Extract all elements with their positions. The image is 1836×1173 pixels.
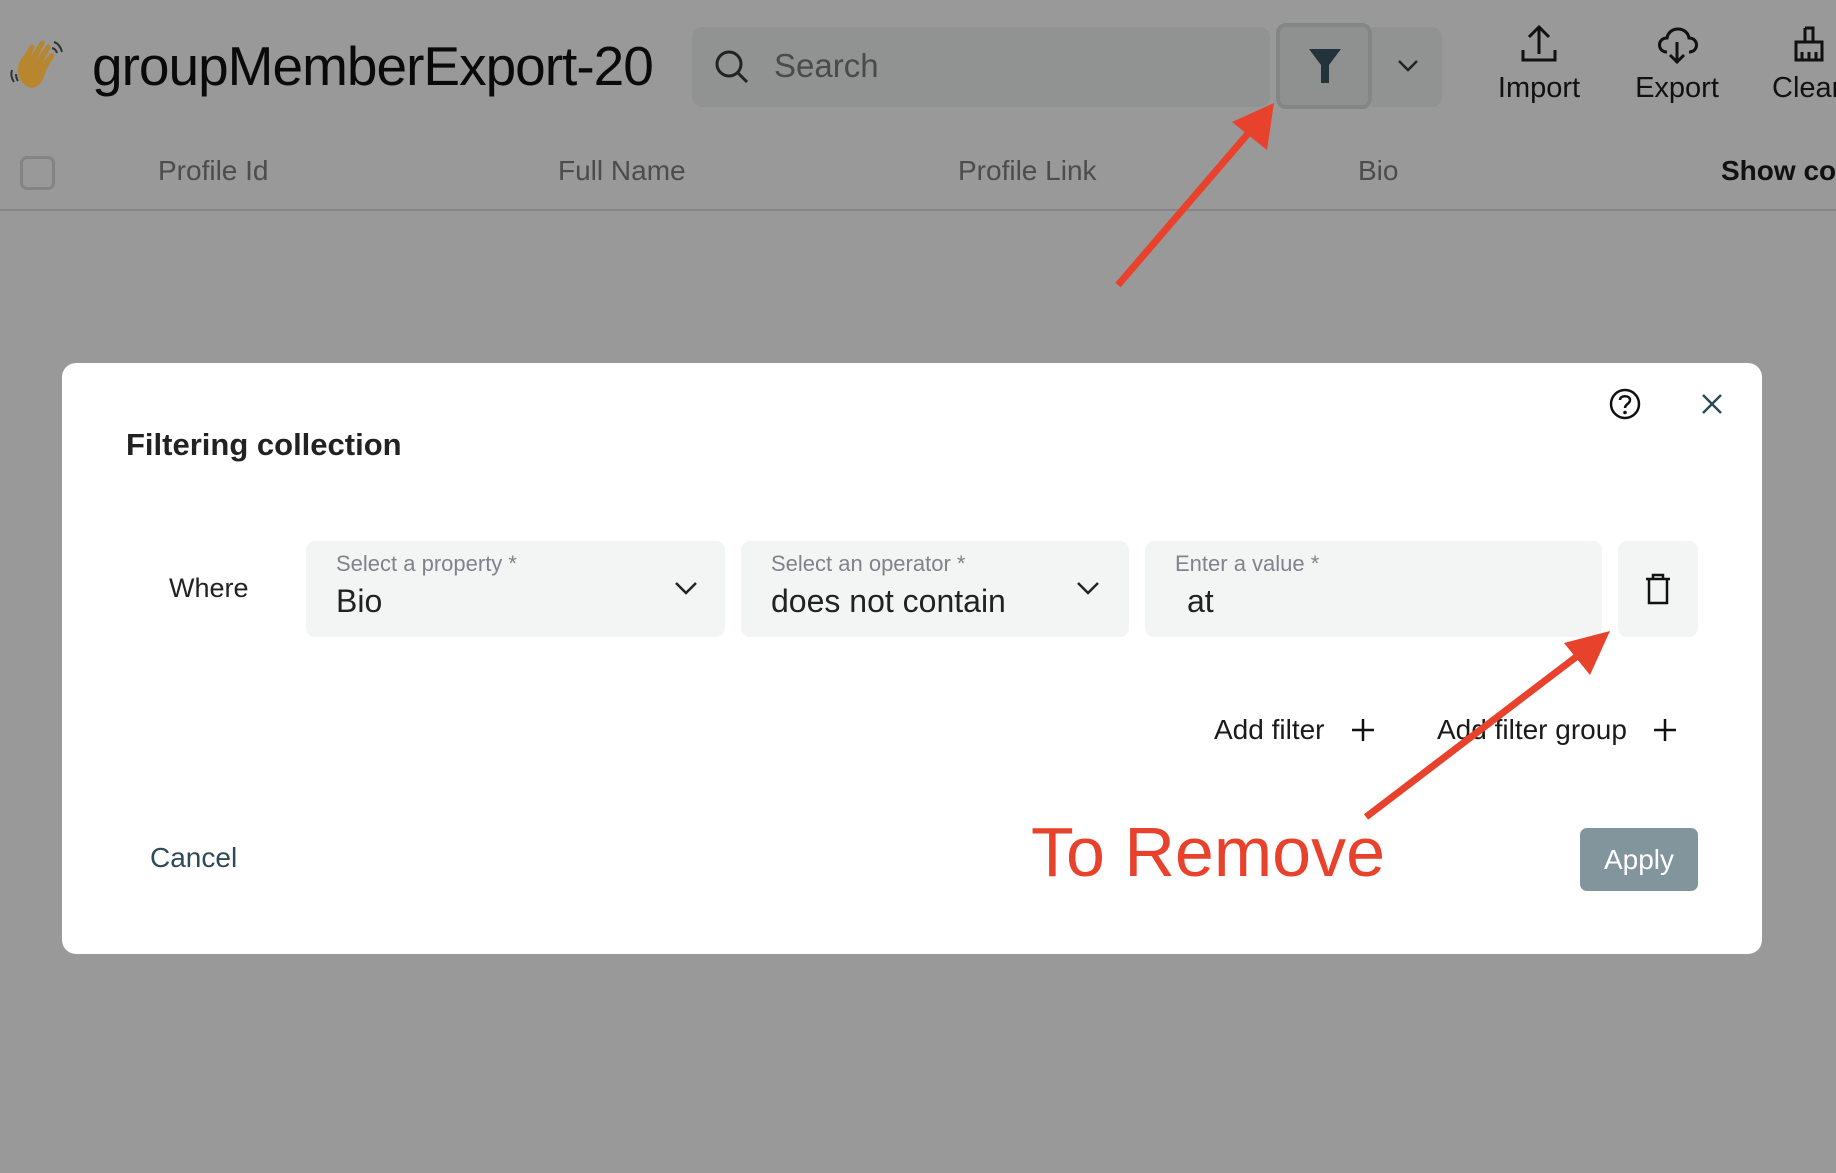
annotation-arrows <box>1115 103 1610 820</box>
arrow-to-delete-icon <box>1363 631 1610 820</box>
arrow-to-filter-icon <box>1115 103 1274 288</box>
